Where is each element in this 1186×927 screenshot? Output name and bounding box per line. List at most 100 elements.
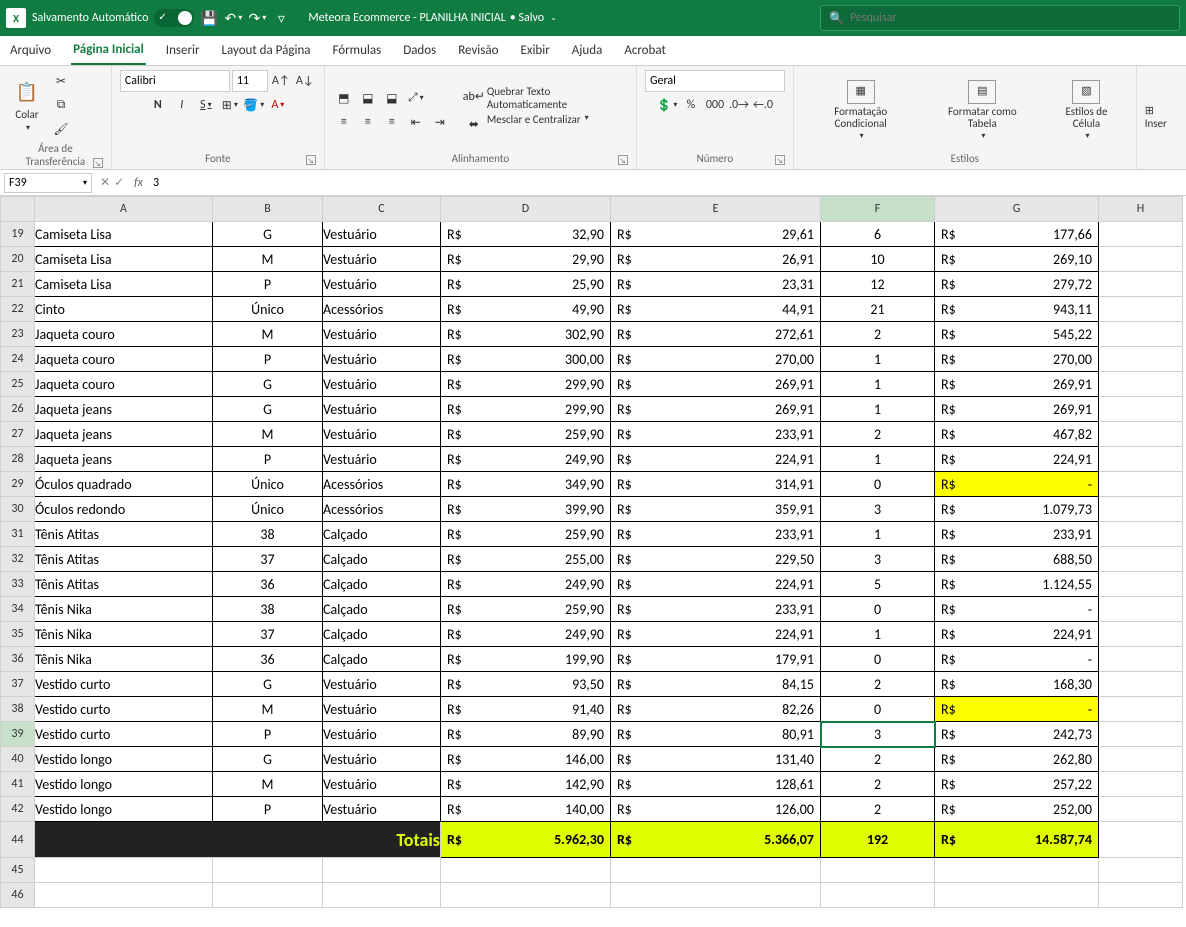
column-header-H[interactable]: H: [1099, 197, 1183, 222]
cell[interactable]: [1099, 247, 1183, 272]
tab-exibir[interactable]: Exibir: [518, 37, 551, 64]
copy-icon[interactable]: ⧉: [50, 94, 72, 116]
cell[interactable]: [1099, 272, 1183, 297]
cell[interactable]: R$314,91: [611, 472, 821, 497]
row-header[interactable]: 21: [1, 272, 35, 297]
cell[interactable]: 38: [213, 597, 323, 622]
cell[interactable]: R$233,91: [611, 522, 821, 547]
cell[interactable]: 2: [821, 772, 935, 797]
cell[interactable]: R$943,11: [935, 297, 1099, 322]
column-header-G[interactable]: G: [935, 197, 1099, 222]
row-header[interactable]: 44: [1, 822, 35, 858]
cell[interactable]: Tênis Atitas: [35, 572, 213, 597]
formula-input[interactable]: [149, 176, 1186, 190]
comma-style-icon[interactable]: 000: [704, 94, 726, 116]
cell[interactable]: R$349,90: [441, 472, 611, 497]
cell[interactable]: [935, 883, 1099, 908]
cell[interactable]: 37: [213, 622, 323, 647]
cell[interactable]: R$91,40: [441, 697, 611, 722]
cut-icon[interactable]: ✂: [50, 70, 72, 92]
cell[interactable]: 3: [821, 547, 935, 572]
row-header[interactable]: 26: [1, 397, 35, 422]
cell[interactable]: R$177,66: [935, 222, 1099, 247]
cell[interactable]: 0: [821, 697, 935, 722]
column-header-A[interactable]: A: [35, 197, 213, 222]
row-header[interactable]: 30: [1, 497, 35, 522]
font-name-select[interactable]: [120, 70, 230, 92]
cell[interactable]: [821, 883, 935, 908]
cell[interactable]: Vestuário: [323, 372, 441, 397]
cell[interactable]: R$269,91: [611, 397, 821, 422]
cell[interactable]: Tênis Atitas: [35, 547, 213, 572]
cell[interactable]: 0: [821, 597, 935, 622]
cell[interactable]: R$126,00: [611, 797, 821, 822]
cell[interactable]: Jaqueta couro: [35, 372, 213, 397]
cell[interactable]: R$233,91: [611, 422, 821, 447]
orientation-icon[interactable]: ⤢▾: [405, 87, 427, 109]
cell[interactable]: R$269,91: [935, 397, 1099, 422]
cell[interactable]: 2: [821, 797, 935, 822]
cell[interactable]: R$29,61: [611, 222, 821, 247]
row-header[interactable]: 19: [1, 222, 35, 247]
cell[interactable]: Vestido curto: [35, 697, 213, 722]
cell[interactable]: Vestuário: [323, 347, 441, 372]
cell[interactable]: [1099, 497, 1183, 522]
cell[interactable]: Calçado: [323, 522, 441, 547]
cell[interactable]: R$688,50: [935, 547, 1099, 572]
cell[interactable]: [323, 858, 441, 883]
cell[interactable]: Vestuário: [323, 422, 441, 447]
cell[interactable]: R$249,90: [441, 447, 611, 472]
cell[interactable]: [1099, 447, 1183, 472]
cell[interactable]: Acessórios: [323, 297, 441, 322]
row-header[interactable]: 22: [1, 297, 35, 322]
cell[interactable]: R$545,22: [935, 322, 1099, 347]
cell[interactable]: Cinto: [35, 297, 213, 322]
qat-customize-icon[interactable]: ▿: [272, 9, 290, 27]
cell[interactable]: [1099, 672, 1183, 697]
decrease-font-icon[interactable]: A↓: [294, 70, 316, 92]
cell[interactable]: [35, 883, 213, 908]
cell[interactable]: P: [213, 447, 323, 472]
cell[interactable]: R$89,90: [441, 722, 611, 747]
cell[interactable]: Camiseta Lisa: [35, 247, 213, 272]
autosave-toggle[interactable]: [154, 9, 194, 27]
cell[interactable]: [1099, 722, 1183, 747]
row-header[interactable]: 41: [1, 772, 35, 797]
cell[interactable]: Camiseta Lisa: [35, 272, 213, 297]
cell[interactable]: [1099, 797, 1183, 822]
cell[interactable]: 1: [821, 372, 935, 397]
cell[interactable]: [1099, 422, 1183, 447]
tab-revis-o[interactable]: Revisão: [456, 37, 500, 64]
tab-inserir[interactable]: Inserir: [164, 37, 202, 64]
cell[interactable]: Vestuário: [323, 772, 441, 797]
row-header[interactable]: 40: [1, 747, 35, 772]
cell[interactable]: M: [213, 247, 323, 272]
cell[interactable]: 5: [821, 572, 935, 597]
cell[interactable]: R$299,90: [441, 397, 611, 422]
cell[interactable]: 36: [213, 572, 323, 597]
cell[interactable]: Acessórios: [323, 472, 441, 497]
cell[interactable]: R$140,00: [441, 797, 611, 822]
cell[interactable]: R$84,15: [611, 672, 821, 697]
cell[interactable]: R$299,90: [441, 372, 611, 397]
cell[interactable]: 10: [821, 247, 935, 272]
cell[interactable]: [1099, 858, 1183, 883]
cell[interactable]: R$224,91: [611, 622, 821, 647]
redo-icon[interactable]: ↷▾: [248, 9, 266, 27]
cell[interactable]: [1099, 572, 1183, 597]
cell[interactable]: 2: [821, 672, 935, 697]
cell[interactable]: R$259,90: [441, 422, 611, 447]
cell[interactable]: P: [213, 722, 323, 747]
row-header[interactable]: 24: [1, 347, 35, 372]
paste-button[interactable]: 📋 Colar ▾: [8, 76, 46, 135]
column-header-C[interactable]: C: [323, 197, 441, 222]
cell[interactable]: R$49,90: [441, 297, 611, 322]
cell[interactable]: [1099, 822, 1183, 858]
cell[interactable]: R$259,90: [441, 597, 611, 622]
cell[interactable]: 21: [821, 297, 935, 322]
cell[interactable]: R$23,31: [611, 272, 821, 297]
decrease-indent-icon[interactable]: ⇤: [405, 111, 427, 133]
cell[interactable]: M: [213, 322, 323, 347]
cell[interactable]: [1099, 597, 1183, 622]
cell[interactable]: R$270,00: [611, 347, 821, 372]
